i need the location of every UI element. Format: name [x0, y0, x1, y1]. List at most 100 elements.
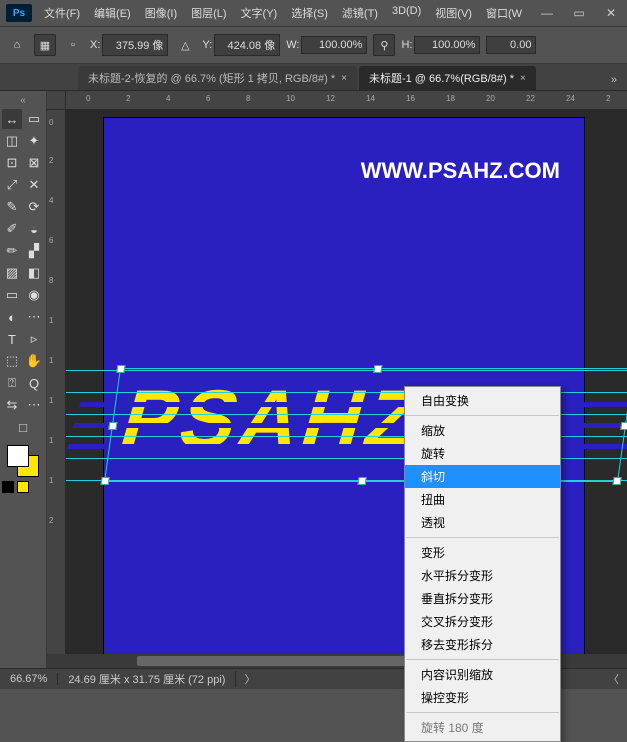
- marquee-tool[interactable]: ◫: [2, 131, 22, 151]
- brush-tool[interactable]: ⟳: [24, 197, 44, 217]
- minimize-button[interactable]: —: [531, 0, 563, 26]
- ruler-origin[interactable]: [47, 91, 66, 109]
- move-tool[interactable]: ↔: [2, 109, 22, 129]
- ctx-remove-split[interactable]: 移去变形拆分: [405, 633, 560, 656]
- ruler-horizontal[interactable]: 0 2 4 6 8 10 12 14 16 18 20 22 24 2: [47, 91, 627, 110]
- frame-tool[interactable]: ⤢: [2, 175, 22, 195]
- ctx-content-aware-scale[interactable]: 内容识别缩放: [405, 663, 560, 686]
- object-select-tool[interactable]: ⊡: [2, 153, 22, 173]
- swap-xy-icon[interactable]: △: [174, 34, 196, 56]
- text-tool[interactable]: T: [2, 329, 22, 349]
- healing-tool[interactable]: ✎: [2, 197, 22, 217]
- ctx-rotate-180[interactable]: 旋转 180 度: [405, 716, 560, 739]
- menu-window[interactable]: 窗口(W: [480, 1, 528, 25]
- transform-handle[interactable]: [373, 365, 382, 373]
- history-brush-tool[interactable]: ◒: [24, 219, 44, 239]
- menu-type[interactable]: 文字(Y): [235, 1, 284, 25]
- ruler-tick: 1: [49, 476, 53, 485]
- transform-handle[interactable]: [116, 365, 125, 373]
- document-info[interactable]: 24.69 厘米 x 31.75 厘米 (72 ppi): [58, 671, 236, 687]
- type-tool[interactable]: ◉: [24, 285, 44, 305]
- ctx-split-cross[interactable]: 交叉拆分变形: [405, 610, 560, 633]
- menu-bar: Ps 文件(F) 编辑(E) 图像(I) 图层(L) 文字(Y) 选择(S) 滤…: [0, 0, 627, 26]
- ctx-free-transform[interactable]: 自由变换: [405, 389, 560, 412]
- eyedropper-tool[interactable]: ✕: [24, 175, 44, 195]
- stamp-tool[interactable]: ✐: [2, 219, 22, 239]
- x-input[interactable]: 375.99 像: [102, 34, 168, 56]
- transform-handle[interactable]: [358, 477, 367, 485]
- menu-image[interactable]: 图像(I): [139, 1, 183, 25]
- color-swatches[interactable]: [7, 445, 39, 477]
- eraser-tool[interactable]: ✏: [2, 241, 22, 261]
- more-tools-icon[interactable]: ⋯: [24, 395, 44, 415]
- pen-tool[interactable]: ▭: [2, 285, 22, 305]
- blur-tool[interactable]: ▨: [2, 263, 22, 283]
- dodge-tool[interactable]: ◧: [24, 263, 44, 283]
- scrollbar-thumb[interactable]: [137, 656, 437, 666]
- y-input[interactable]: 424.08 像: [214, 34, 280, 56]
- mini-yellow-icon[interactable]: [17, 481, 29, 493]
- zoom-tool[interactable]: ⍰: [2, 373, 22, 393]
- transform-handle[interactable]: [101, 477, 110, 485]
- hand-tool[interactable]: ⬚: [2, 351, 22, 371]
- link-wh-icon[interactable]: ⚲: [373, 34, 395, 56]
- tab-close-icon[interactable]: ×: [520, 73, 526, 84]
- ctx-separator: [406, 659, 559, 660]
- transform-handle[interactable]: [613, 477, 622, 485]
- ruler-tick: 6: [206, 94, 210, 103]
- transform-ref-icon[interactable]: ▦: [34, 34, 56, 56]
- screen-mode-icon[interactable]: □: [13, 417, 33, 437]
- ctx-split-h[interactable]: 水平拆分变形: [405, 564, 560, 587]
- ctx-warp[interactable]: 变形: [405, 541, 560, 564]
- mini-black-icon[interactable]: [2, 481, 14, 493]
- menu-3d[interactable]: 3D(D): [386, 1, 427, 25]
- h-input[interactable]: 100.00%: [414, 36, 480, 54]
- ruler-tick: 1: [49, 316, 53, 325]
- ruler-vertical[interactable]: 0 2 4 6 8 1 1 1 1 1 2: [47, 110, 66, 654]
- artboard-tool[interactable]: ▭: [24, 109, 44, 129]
- rotation-input[interactable]: 0.00: [486, 36, 536, 54]
- status-end-icon[interactable]: 〈: [600, 671, 627, 687]
- transform-handle[interactable]: [108, 422, 117, 430]
- tools-collapse-icon[interactable]: «: [0, 95, 46, 107]
- ref-point-icon[interactable]: ▫: [62, 34, 84, 56]
- ctx-split-v[interactable]: 垂直拆分变形: [405, 587, 560, 610]
- fg-color-swatch[interactable]: [7, 445, 29, 467]
- quickmask-tool[interactable]: Q: [24, 373, 44, 393]
- maximize-button[interactable]: ▭: [563, 0, 595, 26]
- w-input[interactable]: 100.00%: [301, 36, 367, 54]
- ctx-perspective[interactable]: 透视: [405, 511, 560, 534]
- menu-filter[interactable]: 滤镜(T): [336, 1, 384, 25]
- ruler-tick: 0: [49, 118, 53, 127]
- zoom-level[interactable]: 66.67%: [0, 673, 58, 685]
- ctx-skew[interactable]: 斜切: [405, 465, 560, 488]
- ctx-scale[interactable]: 缩放: [405, 419, 560, 442]
- tab-doc-1[interactable]: 未标题-2-恢复的 @ 66.7% (矩形 1 拷贝, RGB/8#) * ×: [78, 66, 357, 90]
- menu-edit[interactable]: 编辑(E): [88, 1, 137, 25]
- edit-toolbar-icon[interactable]: ⇆: [2, 395, 22, 415]
- tabs-overflow-icon[interactable]: »: [607, 70, 621, 90]
- menu-file[interactable]: 文件(F): [38, 1, 86, 25]
- path-select-tool[interactable]: ◐: [2, 307, 22, 327]
- ctx-separator: [406, 415, 559, 416]
- rotate-view-tool[interactable]: ✋: [24, 351, 44, 371]
- menu-layer[interactable]: 图层(L): [185, 1, 232, 25]
- lasso-tool[interactable]: ✦: [24, 131, 44, 151]
- ctx-distort[interactable]: 扭曲: [405, 488, 560, 511]
- ctx-puppet-warp[interactable]: 操控变形: [405, 686, 560, 709]
- close-button[interactable]: ✕: [595, 0, 627, 26]
- tab-close-icon[interactable]: ×: [341, 73, 347, 84]
- ctx-rotate[interactable]: 旋转: [405, 442, 560, 465]
- menu-view[interactable]: 视图(V): [429, 1, 478, 25]
- status-chevron-icon[interactable]: 〉: [236, 671, 263, 687]
- transform-handle[interactable]: [620, 422, 627, 430]
- shape-tool[interactable]: ⋯: [24, 307, 44, 327]
- menu-select[interactable]: 选择(S): [285, 1, 334, 25]
- watermark-text: WWW.PSAHZ.COM: [361, 158, 560, 184]
- crop-tool[interactable]: ⊠: [24, 153, 44, 173]
- default-colors[interactable]: [0, 481, 48, 497]
- tab-doc-2[interactable]: 未标题-1 @ 66.7%(RGB/8#) * ×: [359, 66, 536, 90]
- gradient-tool[interactable]: ▞: [24, 241, 44, 261]
- direct-select-tool[interactable]: ▹: [24, 329, 44, 349]
- home-icon[interactable]: ⌂: [6, 34, 28, 56]
